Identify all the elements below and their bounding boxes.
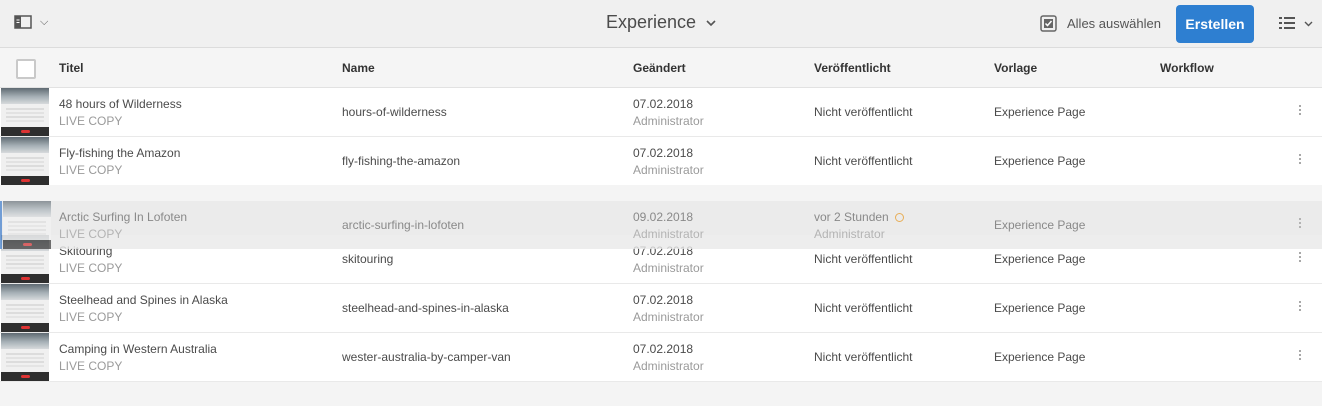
column-header-published[interactable]: Veröffentlicht [814, 61, 891, 75]
row-modified-by: Administrator [633, 227, 704, 241]
table-row[interactable]: Fly-fishing the Amazon LIVE COPY fly-fis… [0, 137, 1322, 186]
row-name: hours-of-wilderness [342, 105, 447, 119]
row-published-status: Nicht veröffentlicht [814, 154, 913, 168]
column-header-workflow[interactable]: Workflow [1160, 61, 1214, 75]
page-title-dropdown[interactable]: Experience [606, 12, 716, 33]
drop-placeholder [0, 185, 1322, 201]
row-published-status: Nicht veröffentlicht [814, 301, 913, 315]
select-all-button[interactable]: Alles auswählen [1040, 15, 1161, 32]
table-row[interactable]: Camping in Western Australia LIVE COPY w… [0, 333, 1322, 382]
row-name: fly-fishing-the-amazon [342, 154, 461, 168]
row-live-copy-label: LIVE COPY [59, 163, 123, 177]
row-published-status: Nicht veröffentlicht [814, 350, 913, 364]
row-published-time: vor 2 Stunden [814, 210, 904, 224]
row-template: Experience Page [994, 301, 1086, 315]
row-modified-date: 07.02.2018 [633, 293, 694, 307]
row-modified-by: Administrator [633, 359, 704, 373]
row-live-copy-label: LIVE COPY [59, 359, 123, 373]
more-icon[interactable] [1296, 250, 1304, 270]
row-modified-by: Administrator [633, 310, 704, 324]
row-title: Arctic Surfing In Lofoten [59, 210, 188, 224]
more-icon[interactable] [1296, 216, 1304, 236]
more-icon[interactable] [1296, 348, 1304, 368]
dragged-table-row[interactable]: Arctic Surfing In Lofoten LIVE COPY arct… [0, 201, 1322, 249]
column-header-modified[interactable]: Geändert [633, 61, 686, 75]
row-template: Experience Page [994, 105, 1086, 119]
row-modified-date: 07.02.2018 [633, 97, 694, 111]
page-thumbnail [3, 201, 51, 249]
table-row[interactable]: 48 hours of Wilderness LIVE COPY hours-o… [0, 88, 1322, 137]
row-template: Experience Page [994, 350, 1086, 364]
row-published-status: Nicht veröffentlicht [814, 252, 913, 266]
row-title: Fly-fishing the Amazon [59, 146, 181, 160]
column-header-row: Titel Name Geändert Veröffentlicht Vorla… [0, 48, 1322, 88]
page-thumbnail [1, 88, 49, 136]
row-live-copy-label: LIVE COPY [59, 261, 123, 275]
chevron-down-icon: ⌵ [40, 15, 49, 28]
row-modified-by: Administrator [633, 114, 704, 128]
create-button[interactable]: Erstellen [1176, 5, 1254, 43]
row-template: Experience Page [994, 154, 1086, 168]
row-name: wester-australia-by-camper-van [342, 350, 511, 364]
table-row[interactable]: Steelhead and Spines in Alaska LIVE COPY… [0, 284, 1322, 333]
row-modified-by: Administrator [633, 261, 704, 275]
more-icon[interactable] [1296, 152, 1304, 172]
row-template: Experience Page [994, 252, 1086, 266]
header-select-checkbox[interactable] [16, 59, 36, 79]
row-live-copy-label: LIVE COPY [59, 310, 123, 324]
column-header-name[interactable]: Name [342, 61, 375, 75]
chevron-down-icon [1304, 21, 1313, 26]
clock-icon [894, 213, 904, 222]
more-icon[interactable] [1296, 299, 1304, 319]
side-panel-icon [14, 15, 32, 29]
row-name: arctic-surfing-in-lofoten [342, 218, 465, 232]
select-all-label: Alles auswählen [1067, 16, 1161, 31]
page-thumbnail [1, 137, 49, 185]
row-modified-date: 07.02.2018 [633, 342, 694, 356]
checkbox-checked-icon [1040, 15, 1057, 32]
list-view-icon [1279, 17, 1295, 29]
page-thumbnail [1, 284, 49, 332]
rail-toggle-button[interactable]: ⌵ [14, 14, 48, 30]
row-title: 48 hours of Wilderness [59, 97, 182, 111]
column-header-title[interactable]: Titel [59, 61, 83, 75]
row-modified-date: 09.02.2018 [633, 210, 694, 224]
action-bar: ⌵ Experience Alles auswählen Erstellen [0, 0, 1322, 48]
more-icon[interactable] [1296, 103, 1304, 123]
row-live-copy-label: LIVE COPY [59, 227, 123, 241]
page-title: Experience [605, 12, 697, 32]
row-template: Experience Page [994, 218, 1086, 232]
row-title: Camping in Western Australia [59, 342, 217, 356]
row-title: Steelhead and Spines in Alaska [59, 293, 228, 307]
view-switcher[interactable] [1278, 15, 1313, 31]
row-published-by: Administrator [814, 227, 885, 241]
column-header-template[interactable]: Vorlage [994, 61, 1037, 75]
row-modified-by: Administrator [633, 163, 704, 177]
row-live-copy-label: LIVE COPY [59, 114, 123, 128]
chevron-down-icon [706, 19, 716, 26]
row-name: skitouring [342, 252, 394, 266]
row-published-status: Nicht veröffentlicht [814, 105, 913, 119]
page-thumbnail [1, 333, 49, 381]
row-name: steelhead-and-spines-in-alaska [342, 301, 509, 315]
row-modified-date: 07.02.2018 [633, 146, 694, 160]
